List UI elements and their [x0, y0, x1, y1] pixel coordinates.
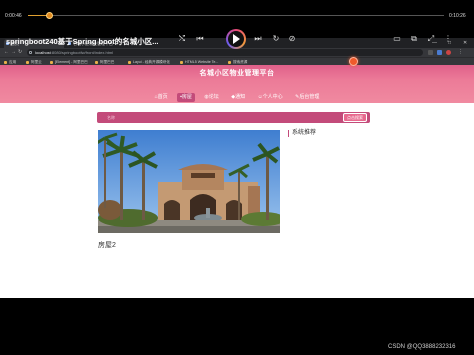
info-icon[interactable] — [29, 51, 32, 54]
video-title: springboot240基于Spring boot的名城小区... — [6, 37, 159, 46]
time-total: 0:10:26 — [449, 13, 466, 19]
fullscreen-icon[interactable]: ⤢ — [425, 33, 437, 45]
browser-toolbar: ← → ↻ localhost:8080/springbootfw/front/… — [0, 48, 474, 57]
shuffle-icon[interactable]: ⤭ — [176, 33, 188, 45]
web-page: 名城小区物业管理平台 ⌂首页 ▪房屋 ◍论坛 ◆通知 ☺个人中心 ✎后台管理 点… — [0, 65, 474, 298]
progress-handle[interactable] — [46, 12, 53, 19]
recommend-title: 系统推荐 — [288, 130, 316, 137]
search-button[interactable]: 点击搜索 — [343, 113, 367, 122]
nav-item-house[interactable]: ▪房屋 — [177, 93, 195, 102]
time-current: 0:00:46 — [5, 13, 22, 19]
loop-icon[interactable]: ↻ — [270, 33, 282, 45]
more-icon[interactable]: ⋮ — [442, 33, 454, 45]
main-nav: ⌂首页 ▪房屋 ◍论坛 ◆通知 ☺个人中心 ✎后台管理 — [0, 85, 474, 102]
nav-item-home[interactable]: ⌂首页 — [152, 93, 171, 102]
screen-mode-icon[interactable]: ▭ — [391, 33, 403, 45]
pip-icon[interactable]: ⧉ — [408, 33, 420, 45]
bookmarks-bar: 应用 阿里云 [Element] - 阿里巴巴 阿里巴巴 Layui - 经典开… — [0, 57, 474, 65]
play-icon — [233, 34, 240, 44]
house-caption[interactable]: 房屋2 — [98, 240, 116, 250]
menu-icon[interactable]: ⋮ — [458, 48, 463, 57]
address-bar[interactable]: localhost:8080/springbootfw/front/index.… — [27, 49, 423, 56]
site-header: 名城小区物业管理平台 ⌂首页 ▪房屋 ◍论坛 ◆通知 ☺个人中心 ✎后台管理 — [0, 65, 474, 103]
nav-item-profile[interactable]: ☺个人中心 — [255, 93, 286, 102]
reload-icon[interactable]: ↻ — [18, 48, 22, 57]
nav-item-admin[interactable]: ✎后台管理 — [292, 93, 322, 102]
forward-icon[interactable]: → — [11, 48, 16, 57]
url-host: localhost — [35, 50, 51, 55]
search-input[interactable] — [107, 114, 327, 121]
next-icon[interactable]: ⏭ — [252, 33, 264, 45]
house-photo — [98, 130, 280, 233]
nav-item-notice[interactable]: ◆通知 — [228, 93, 248, 102]
progress-track[interactable] — [28, 15, 444, 16]
nav-item-forum[interactable]: ◍论坛 — [201, 93, 221, 102]
house-image[interactable] — [98, 130, 280, 233]
search-bar: 点击搜索 — [97, 112, 370, 123]
url-path: :8080/springbootfw/front/index.html — [50, 50, 114, 55]
csdn-watermark: CSDN @QQ3888232316 — [388, 344, 456, 350]
danmaku-icon[interactable]: ⊘ — [286, 33, 298, 45]
profile-icon[interactable] — [446, 50, 451, 55]
close-window-button[interactable]: ✕ — [463, 38, 467, 48]
previous-icon[interactable]: ⏮ — [194, 33, 206, 45]
extension-icon[interactable] — [437, 50, 442, 55]
cursor-highlight-icon — [349, 57, 358, 66]
play-button[interactable] — [226, 29, 246, 49]
back-icon[interactable]: ← — [4, 48, 9, 57]
star-icon[interactable] — [428, 50, 433, 55]
site-title: 名城小区物业管理平台 — [199, 70, 275, 77]
